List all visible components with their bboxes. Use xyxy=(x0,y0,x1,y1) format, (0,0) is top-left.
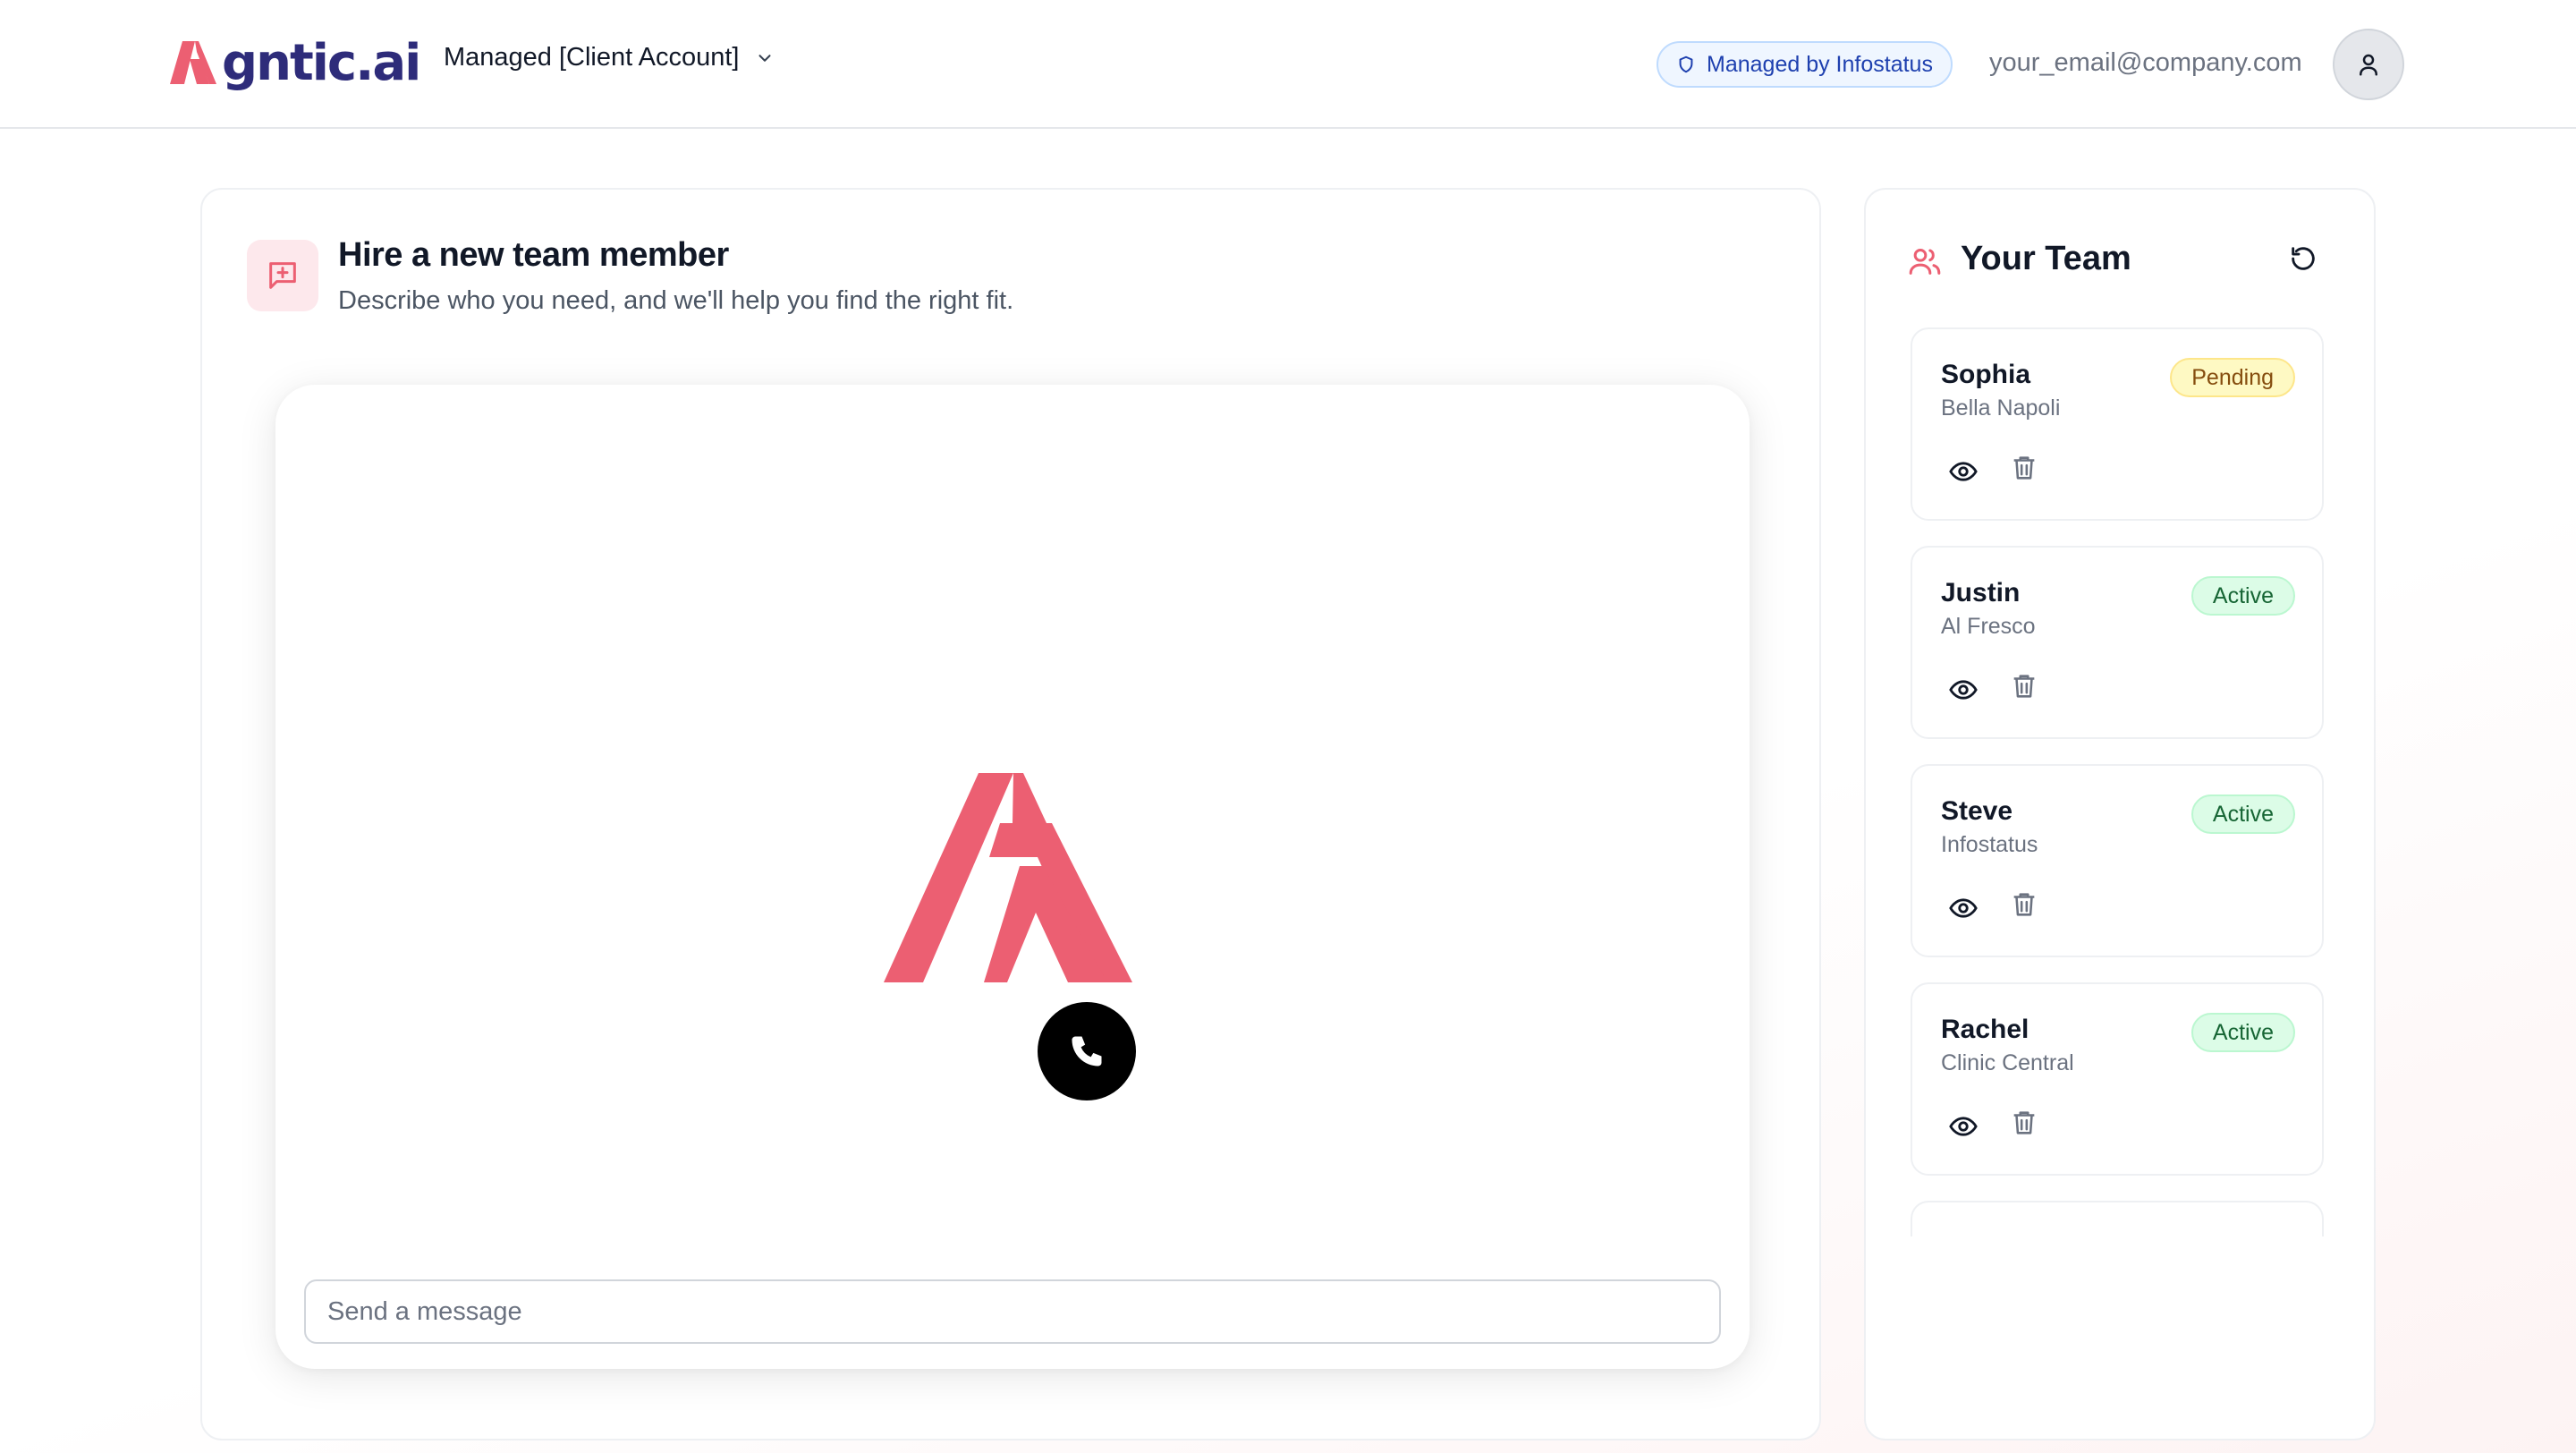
member-name: Rachel xyxy=(1941,1015,2029,1044)
hire-title: Hire a new team member xyxy=(338,236,729,274)
member-name: Sophia xyxy=(1941,360,2031,389)
delete-member-button[interactable] xyxy=(2009,453,2039,488)
start-call-button[interactable] xyxy=(1038,1002,1136,1100)
team-member-card: Rachel Clinic Central Active xyxy=(1911,982,2324,1176)
team-member-card: Justin Al Fresco Active xyxy=(1911,546,2324,739)
users-icon xyxy=(1909,249,1941,275)
eye-icon xyxy=(1949,462,1978,481)
trash-icon xyxy=(2013,1111,2035,1134)
user-avatar-button[interactable] xyxy=(2333,29,2404,100)
eye-icon xyxy=(1949,1117,1978,1136)
status-badge: Pending xyxy=(2170,358,2295,397)
member-name: Justin xyxy=(1941,578,2021,608)
trash-icon xyxy=(2013,675,2035,698)
voice-chat-card xyxy=(275,385,1750,1369)
member-company: Bella Napoli xyxy=(1941,395,2061,421)
top-header: gntic.ai Managed [Client Account] Manage… xyxy=(0,0,2576,129)
eye-icon xyxy=(1949,898,1978,918)
view-member-button[interactable] xyxy=(1948,675,1979,710)
team-title: Your Team xyxy=(1961,240,2131,277)
hire-subtitle: Describe who you need, and we'll help yo… xyxy=(338,286,1014,315)
team-member-card: Steve Infostatus Active xyxy=(1911,764,2324,957)
logo-text: gntic.ai xyxy=(222,33,421,92)
managed-badge-label: Managed by Infostatus xyxy=(1707,51,1933,77)
trash-icon xyxy=(2013,456,2035,480)
trash-icon xyxy=(2013,893,2035,916)
shield-icon xyxy=(1679,55,1693,73)
user-icon xyxy=(2360,54,2377,76)
delete-member-button[interactable] xyxy=(2009,1108,2039,1143)
account-switcher[interactable]: Managed [Client Account] xyxy=(444,43,775,72)
member-company: Clinic Central xyxy=(1941,1050,2074,1075)
member-company: Infostatus xyxy=(1941,832,2038,857)
status-badge: Active xyxy=(2190,794,2295,834)
member-name: Steve xyxy=(1941,796,2013,826)
user-email: your_email@company.com xyxy=(1989,48,2302,77)
managed-by-badge: Managed by Infostatus xyxy=(1657,41,1953,88)
agntic-logo-mark-icon xyxy=(884,773,1132,982)
message-input[interactable] xyxy=(304,1279,1721,1344)
delete-member-button[interactable] xyxy=(2009,889,2039,924)
view-member-button[interactable] xyxy=(1948,456,1979,491)
team-member-card-partial xyxy=(1911,1201,2324,1236)
hire-panel: Hire a new team member Describe who you … xyxy=(200,188,1821,1440)
agntic-logo[interactable]: gntic.ai xyxy=(170,30,421,95)
refresh-icon xyxy=(2292,247,2315,270)
status-badge: Active xyxy=(2190,576,2295,616)
eye-icon xyxy=(1949,680,1978,700)
message-plus-icon xyxy=(269,262,296,289)
agntic-logo-mark-icon xyxy=(170,41,216,84)
status-badge: Active xyxy=(2190,1013,2295,1052)
phone-icon xyxy=(1072,1036,1102,1066)
hire-icon-tile xyxy=(247,240,318,311)
view-member-button[interactable] xyxy=(1948,1111,1979,1146)
view-member-button[interactable] xyxy=(1948,893,1979,928)
member-company: Al Fresco xyxy=(1941,614,2036,639)
team-member-card: Sophia Bella Napoli Pending xyxy=(1911,327,2324,521)
team-panel: Your Team Sophia Bella Napoli Pending Ju… xyxy=(1864,188,2376,1440)
account-label: Managed [Client Account] xyxy=(444,43,740,72)
chevron-down-icon xyxy=(758,54,771,62)
delete-member-button[interactable] xyxy=(2009,671,2039,706)
refresh-team-button[interactable] xyxy=(2288,243,2324,279)
